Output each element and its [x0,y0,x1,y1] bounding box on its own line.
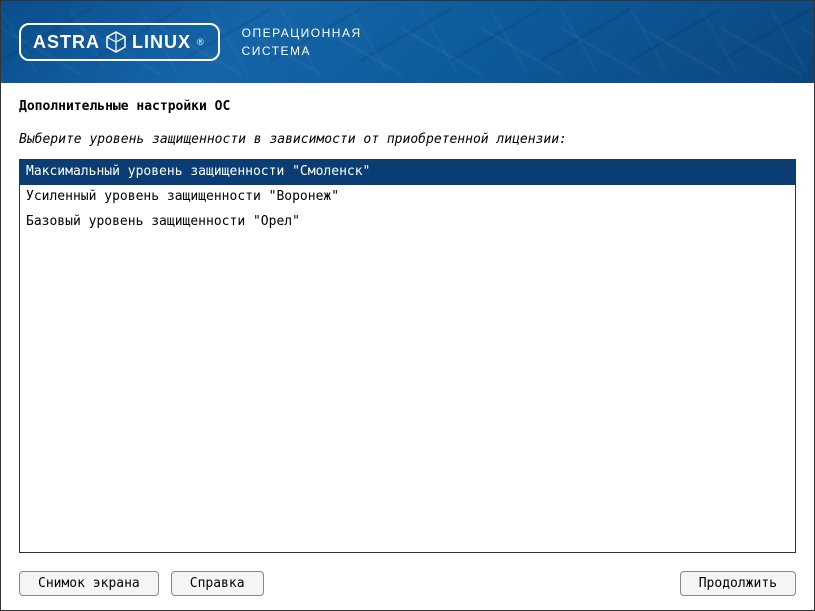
header-subtitle: ОПЕРАЦИОННАЯ СИСТЕМА [242,24,362,60]
security-level-option[interactable]: Усиленный уровень защищенности "Воронеж" [20,185,795,210]
instruction-text: Выберите уровень защищенности в зависимо… [19,132,796,147]
brand-part1: ASTRA [33,32,100,53]
button-bar: Снимок экрана Справка Продолжить [1,561,814,610]
header-subtitle-line2: СИСТЕМА [242,42,362,60]
help-button[interactable]: Справка [171,571,264,596]
brand-part2: LINUX [132,32,191,53]
installer-window: ASTRA LINUX ® ОПЕРАЦИОННАЯ СИСТЕМА Допол… [0,0,815,611]
security-level-option[interactable]: Максимальный уровень защищенности "Смоле… [20,160,795,185]
header: ASTRA LINUX ® ОПЕРАЦИОННАЯ СИСТЕМА [1,1,814,83]
header-subtitle-line1: ОПЕРАЦИОННАЯ [242,24,362,42]
screenshot-button[interactable]: Снимок экрана [19,571,159,596]
spacer [276,571,668,596]
cube-icon [106,31,126,53]
content-area: Дополнительные настройки ОС Выберите уро… [1,83,814,561]
trademark-icon: ® [197,37,204,47]
security-level-listbox[interactable]: Максимальный уровень защищенности "Смоле… [19,159,796,553]
brand-logo: ASTRA LINUX ® [19,23,220,61]
security-level-option[interactable]: Базовый уровень защищенности "Орел" [20,210,795,235]
page-title: Дополнительные настройки ОС [19,99,796,114]
continue-button[interactable]: Продолжить [680,571,796,596]
